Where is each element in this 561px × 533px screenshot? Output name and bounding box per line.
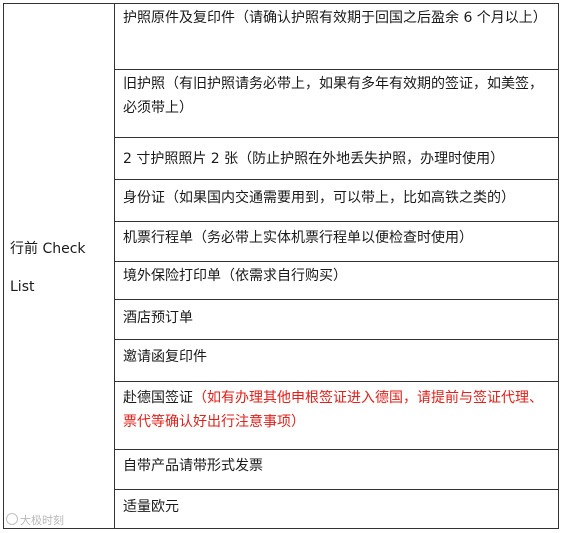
watermark-logo-icon [6, 513, 18, 525]
category-label: 行前 Check List [10, 241, 86, 295]
row-text: 护照原件及复印件（请确认护照有效期于回国之后盈余 6 个月以上） [123, 10, 547, 26]
checklist-row: 适量欧元 [115, 490, 558, 528]
row-text: 身份证（如果国内交通需要用到，可以带上，比如高铁之类的） [123, 190, 515, 206]
row-text: 邀请函复印件 [123, 349, 207, 365]
checklist-row: 2 寸护照照片 2 张（防止护照在外地丢失护照，办理时使用） [115, 138, 558, 180]
row-text: 酒店预订单 [123, 310, 193, 326]
checklist-row: 护照原件及复印件（请确认护照有效期于回国之后盈余 6 个月以上） [115, 4, 558, 70]
checklist-row: 机票行程单（务必带上实体机票行程单以便检查时使用） [115, 222, 558, 262]
category-cell: 行前 Check List [4, 4, 115, 528]
checklist-row: 境外保险打印单（依需求自行购买） [115, 262, 558, 300]
row-text: 境外保险打印单（依需求自行购买） [123, 268, 347, 284]
row-text: 旧护照（有旧护照请务必带上，如果有多年有效期的签证，如美签，必须带上） [123, 76, 543, 116]
checklist-row: 旧护照（有旧护照请务必带上，如果有多年有效期的签证，如美签，必须带上） [115, 70, 558, 138]
checklist-table: 行前 Check List 护照原件及复印件（请确认护照有效期于回国之后盈余 6… [3, 3, 559, 529]
row-text: 2 寸护照照片 2 张（防止护照在外地丢失护照，办理时使用） [123, 151, 505, 167]
row-text: 机票行程单（务必带上实体机票行程单以便检查时使用） [123, 230, 473, 246]
row-text: 适量欧元 [123, 499, 179, 515]
checklist-row: 赴德国签证（如有办理其他申根签证进入德国，请提前与签证代理、票代等确认好出行注意… [115, 382, 558, 450]
row-text: 赴德国签证 [123, 390, 193, 406]
watermark-text: 大极时刻 [20, 514, 64, 527]
checklist-row: 酒店预订单 [115, 300, 558, 340]
row-text: 自带产品请带形式发票 [123, 458, 263, 474]
checklist-row: 邀请函复印件 [115, 340, 558, 382]
checklist-row: 自带产品请带形式发票 [115, 450, 558, 490]
checklist-row: 身份证（如果国内交通需要用到，可以带上，比如高铁之类的） [115, 180, 558, 222]
watermark: 大极时刻 [6, 512, 64, 528]
